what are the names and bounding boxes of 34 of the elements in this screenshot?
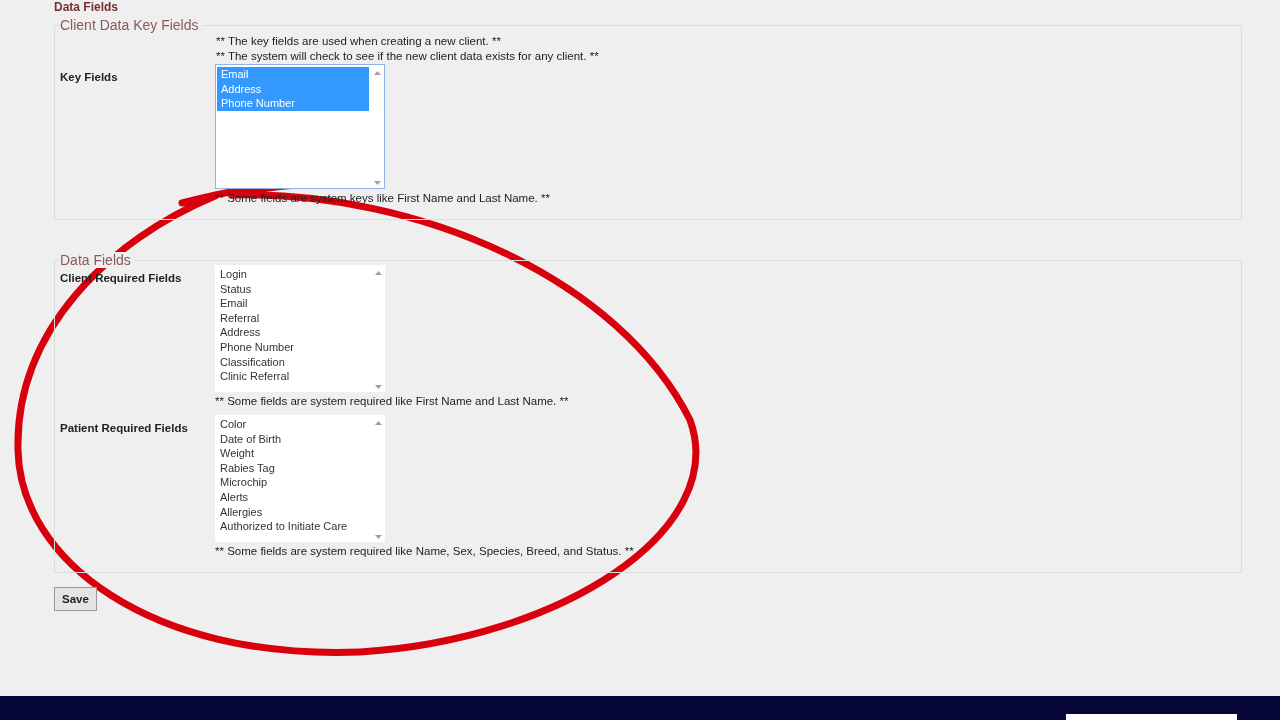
list-box[interactable]: Color Date of Birth Weight Rabies Tag Microchip Alerts Allergies Authorized to Initiate Care [215,415,385,542]
save-button[interactable]: Save [54,587,97,611]
list-option[interactable]: Color [216,417,370,432]
list-option[interactable]: Microchip [216,475,370,490]
list-option[interactable]: Weight [216,446,370,461]
fieldset-legend: Data Fields [60,252,134,268]
page-heading: Data Fields [54,0,120,14]
scroll-down-icon[interactable] [374,535,382,539]
note-text: ** Some fields are system required like Name, Sex, Species, Breed, and Status. ** [215,544,634,559]
list-option[interactable]: Email [216,296,370,311]
fieldset-legend: Client Data Key Fields [60,17,202,33]
scroll-down-icon[interactable] [373,181,381,185]
list-option[interactable]: Login [216,267,370,282]
field-label: Key Fields [60,70,119,85]
list-option[interactable]: Rabies Tag [216,460,370,476]
list-option[interactable]: Authorized to Initiate Care [216,519,370,534]
note-text: ** The system will check to see if the new client data exists for any client. ** [216,49,600,64]
list-option[interactable]: Phone Number [216,339,370,355]
note-text: ** Some fields are system required like First Name and Last Name. ** [215,394,569,409]
scroll-up-icon[interactable] [374,421,382,425]
list-option[interactable]: Classification [216,354,370,370]
list-option[interactable]: Status [216,281,370,297]
scroll-up-icon[interactable] [374,271,382,275]
list-option[interactable]: Clinic Referral [216,369,370,384]
list-option[interactable]: Referral [216,310,370,326]
list-box[interactable]: Login Status Email Referral Address Phone Number Classification Clinic Referral [215,265,385,392]
list-option[interactable]: Alerts [216,489,370,505]
list-option[interactable]: Address [216,325,370,340]
list-option[interactable]: Date of Birth [216,431,370,447]
scroll-up-icon[interactable] [373,71,381,75]
field-label: Patient Required Fields [60,421,189,436]
scroll-down-icon[interactable] [374,385,382,389]
list-option[interactable]: Allergies [216,504,370,520]
note-text: ** The key fields are used when creating a new client. ** [216,34,502,49]
